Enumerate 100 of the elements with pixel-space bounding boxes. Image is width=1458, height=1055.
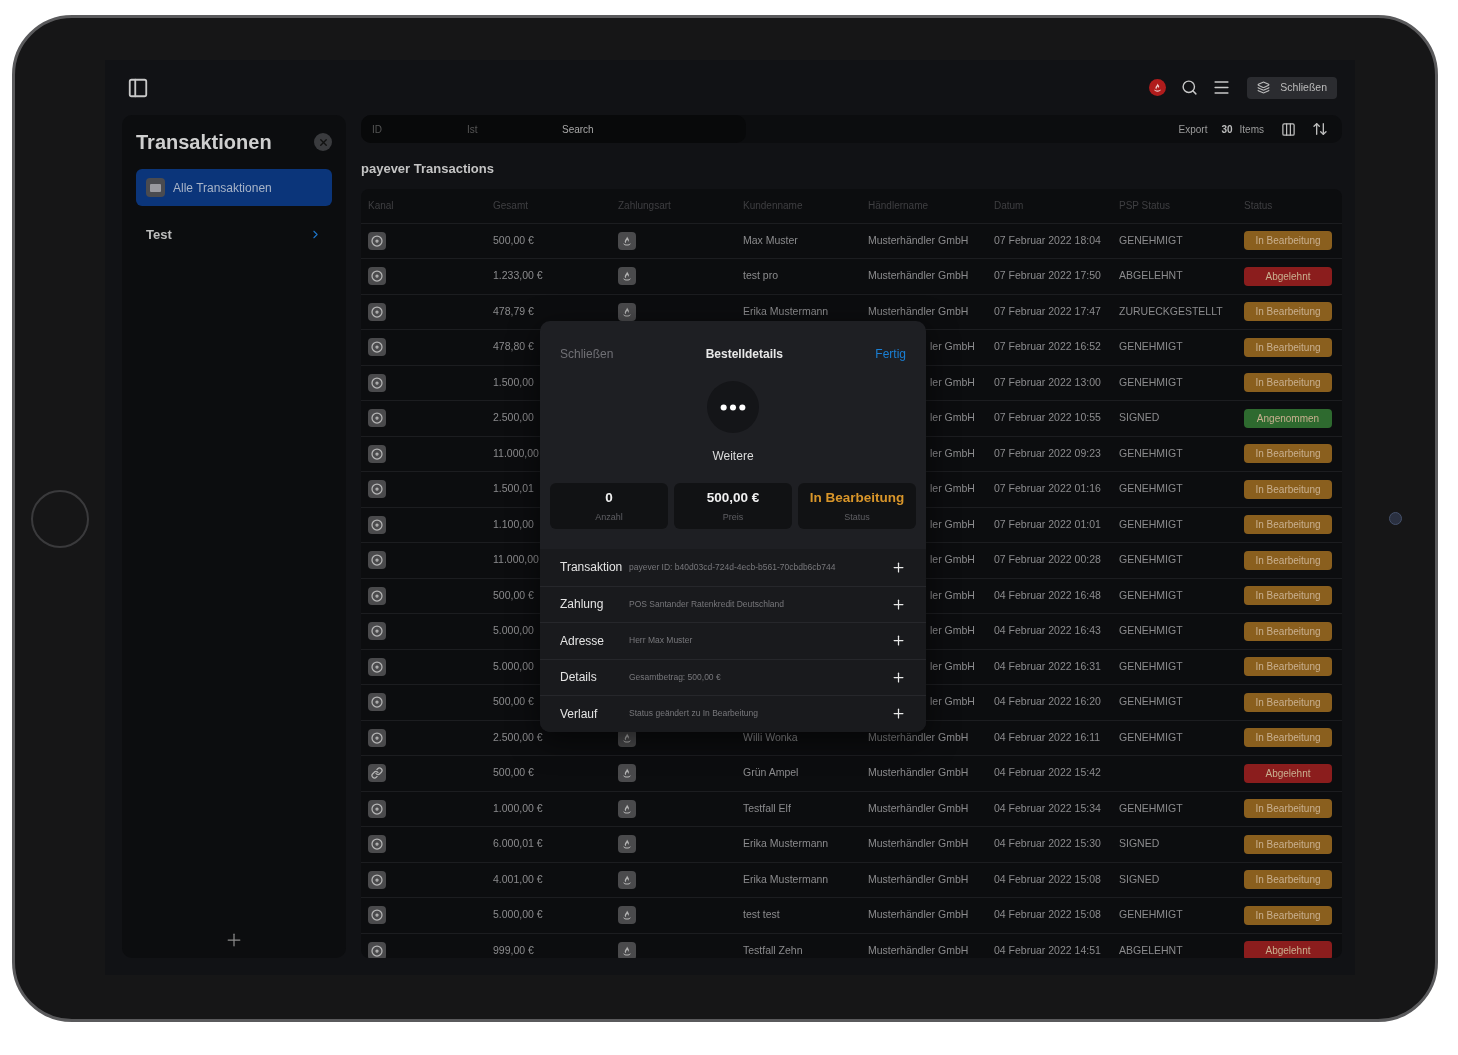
detail-value: Status geändert zu In Bearbeitung (629, 707, 759, 721)
status-badge: In Bearbeitung (1244, 231, 1332, 251)
detail-value: Gesamtbetrag: 500,00 € (629, 670, 722, 684)
detail-row[interactable]: Adresse Herr Max Muster (540, 622, 926, 659)
date-text: 04 Februar 2022 15:30 (994, 837, 1101, 850)
status-badge: Abgelehnt (1244, 266, 1332, 286)
date-text: 04 Februar 2022 16:43 (994, 624, 1101, 637)
date-text: 07 Februar 2022 17:47 (994, 304, 1101, 317)
merchant-name: Musterhändler GmbH (868, 269, 969, 282)
status-badge: In Bearbeitung (1244, 834, 1332, 854)
date-text: 04 Februar 2022 16:31 (994, 659, 1101, 672)
date-text: 07 Februar 2022 00:28 (994, 553, 1101, 566)
status-badge: In Bearbeitung (1244, 373, 1332, 393)
amount-text: 11.000,00 (493, 446, 539, 459)
close-app-button[interactable]: Schließen (1247, 76, 1337, 99)
psp-status: GENEHMIGT (1119, 233, 1183, 246)
sort-icon[interactable] (1312, 121, 1328, 137)
date-text: 04 Februar 2022 16:48 (994, 588, 1101, 601)
psp-status: GENEHMIGT (1119, 375, 1183, 388)
detail-row[interactable]: Verlauf Status geändert zu In Bearbeitung (540, 695, 926, 732)
detail-label: Details (560, 669, 598, 687)
status-badge: In Bearbeitung (1244, 550, 1332, 570)
more-button[interactable] (707, 381, 759, 433)
merchant-name: Musterhändler GmbH (868, 872, 969, 885)
search-field[interactable]: Search (562, 121, 746, 137)
merchant-name: Musterhändler GmbH (868, 233, 969, 246)
sidebar-toggle-icon[interactable] (127, 76, 149, 99)
amount-text: 1.500,00 (493, 375, 534, 388)
date-text: 04 Februar 2022 15:08 (994, 872, 1101, 885)
merchant-name: Musterhändler GmbH (868, 943, 969, 956)
status-badge: In Bearbeitung (1244, 728, 1332, 748)
done-button[interactable]: Fertig (875, 345, 906, 363)
filter-label[interactable]: Ist (467, 121, 562, 137)
customer-name: Willi Wonka (743, 730, 798, 743)
amount-text: 999,00 € (493, 943, 534, 956)
more-label: Weitere (712, 448, 754, 465)
merchant-name: ler GmbH (930, 659, 975, 672)
merchant-name: ler GmbH (930, 411, 975, 424)
customer-name: Erika Mustermann (743, 304, 829, 317)
psp-status: GENEHMIGT (1119, 801, 1183, 814)
flame-icon (618, 764, 636, 783)
detail-value: POS Santander Ratenkredit Deutschland (629, 597, 785, 611)
customer-name: test test (743, 908, 780, 921)
amount-text: 1.000,00 € (493, 801, 543, 814)
detail-row[interactable]: Zahlung POS Santander Ratenkredit Deutschland (540, 585, 926, 622)
psp-status: GENEHMIGT (1119, 517, 1183, 530)
date-text: 07 Februar 2022 17:50 (994, 269, 1101, 282)
merchant-name: ler GmbH (930, 517, 975, 530)
amount-text: 500,00 € (493, 233, 534, 246)
psp-status: GENEHMIGT (1119, 659, 1183, 672)
date-text: 07 Februar 2022 10:55 (994, 411, 1101, 424)
amount-text: 500,00 € (493, 588, 534, 601)
sidebar-title: Transaktionen (136, 130, 272, 155)
customer-name: Testfall Elf (743, 801, 791, 814)
merchant-name: Musterhändler GmbH (868, 908, 969, 921)
sidebar-item[interactable]: Alle Transaktionen (136, 169, 332, 206)
merchant-name: ler GmbH (930, 588, 975, 601)
date-text: 04 Februar 2022 15:34 (994, 801, 1101, 814)
flame-icon (618, 941, 636, 958)
amount-text: 2.500,00 (493, 411, 534, 424)
merchant-name: ler GmbH (930, 482, 975, 495)
close-button[interactable]: Schließen (560, 345, 614, 363)
status-badge: In Bearbeitung (1244, 799, 1332, 819)
merchant-name: Musterhändler GmbH (868, 801, 969, 814)
detail-row[interactable]: Details Gesamtbetrag: 500,00 € (540, 658, 926, 695)
flame-logo-icon[interactable] (1149, 79, 1167, 96)
date-text: 04 Februar 2022 16:20 (994, 695, 1101, 708)
date-text: 07 Februar 2022 09:23 (994, 446, 1101, 459)
detail-label: Transaktion (560, 559, 624, 577)
filter-label[interactable]: ID (372, 121, 467, 137)
layers-icon (1257, 81, 1271, 94)
amount-text: 2.500,00 € (493, 730, 543, 743)
date-text: 07 Februar 2022 01:16 (994, 482, 1101, 495)
date-text: 07 Februar 2022 01:01 (994, 517, 1101, 530)
psp-status: SIGNED (1119, 872, 1160, 885)
flame-icon (618, 267, 636, 286)
flame-icon (618, 906, 636, 925)
amount-text: 5.000,00 € (493, 908, 543, 921)
search-bar[interactable]: ID Ist Search (361, 115, 746, 143)
date-text: 07 Februar 2022 13:00 (994, 375, 1101, 388)
status-badge: In Bearbeitung (1244, 621, 1332, 641)
export-button[interactable]: Export (1178, 121, 1208, 137)
sidebar-item-label: Alle Transaktionen (173, 179, 273, 197)
merchant-name: Musterhändler GmbH (868, 730, 969, 743)
amount-text: 500,00 € (493, 695, 534, 708)
merchant-name: Musterhändler GmbH (868, 304, 969, 317)
amount-text: 478,79 € (493, 304, 534, 317)
merchant-name: ler GmbH (930, 695, 975, 708)
columns-icon[interactable] (1281, 121, 1296, 137)
status-badge: Abgelehnt (1244, 763, 1332, 783)
psp-status: GENEHMIGT (1119, 588, 1183, 601)
psp-status: ABGELEHNT (1119, 269, 1183, 282)
search-icon[interactable] (1181, 79, 1199, 96)
status-badge: Angenommen (1244, 408, 1332, 428)
detail-label: Verlauf (560, 705, 599, 723)
psp-status: GENEHMIGT (1119, 340, 1183, 353)
detail-row[interactable]: Transaktion payever ID: b40d03cd-724d-4ecb-b561-70cbdb6cb744 (540, 549, 926, 586)
folder-icon (146, 178, 165, 197)
sidebar-item[interactable]: Test (136, 216, 332, 253)
menu-icon[interactable] (1212, 78, 1232, 97)
